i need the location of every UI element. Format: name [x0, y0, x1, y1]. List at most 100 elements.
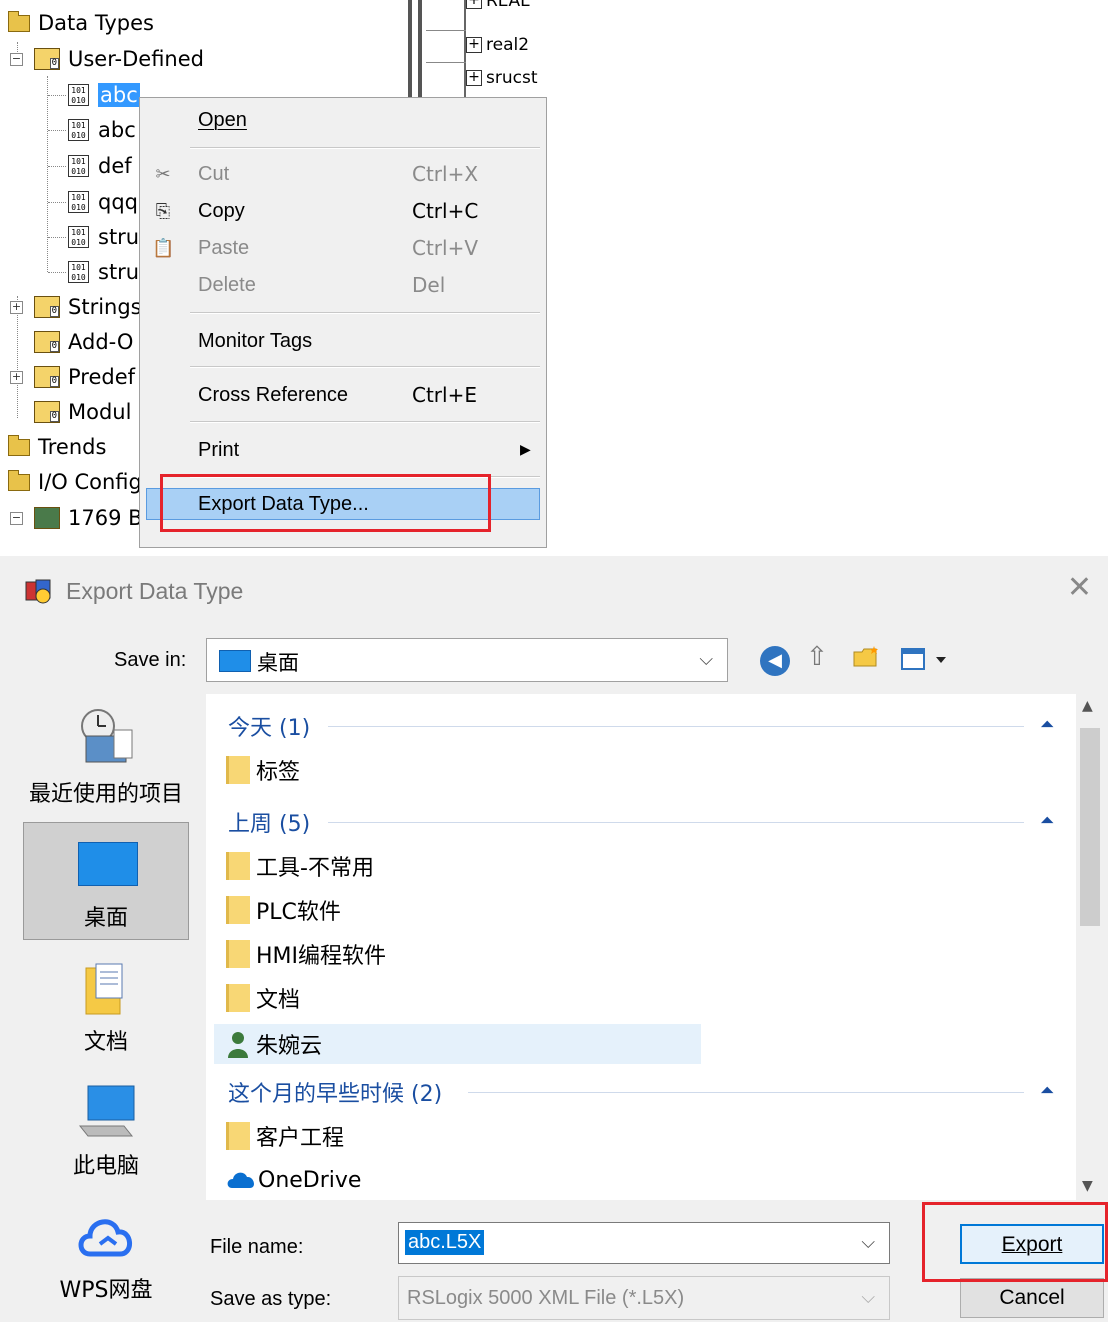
- tree-label: stru: [98, 260, 140, 284]
- computer-icon: [74, 1082, 140, 1142]
- file-name-input[interactable]: abc.L5X ⌵: [398, 1222, 890, 1264]
- scroll-up-icon[interactable]: ▲: [1082, 698, 1093, 714]
- divider: [328, 726, 1024, 727]
- folder-icon: [226, 852, 250, 880]
- folder-icon: [226, 1122, 250, 1150]
- group-header-earlier-this-month[interactable]: 这个月的早些时候 (2): [228, 1074, 442, 1110]
- tree-label: Modul: [68, 400, 132, 424]
- menu-item-monitor-tags[interactable]: Monitor Tags: [198, 325, 538, 357]
- collapse-icon[interactable]: −: [10, 512, 23, 525]
- list-item[interactable]: 朱婉云: [226, 1024, 322, 1064]
- tree-label: def: [98, 154, 132, 178]
- menu-separator: [190, 312, 540, 314]
- expand-icon[interactable]: +: [10, 371, 23, 384]
- list-item[interactable]: PLC软件: [226, 890, 341, 930]
- list-item[interactable]: HMI编程软件: [226, 934, 386, 974]
- up-folder-icon[interactable]: ⇧: [806, 642, 828, 672]
- grid-row[interactable]: + REAL: [466, 0, 530, 16]
- view-menu-icon[interactable]: [900, 646, 950, 672]
- tree-predefined[interactable]: 0 Predef: [34, 360, 135, 394]
- tree-data-types[interactable]: Data Types: [8, 6, 154, 40]
- tree-io-config[interactable]: I/O Config: [8, 465, 142, 499]
- close-icon[interactable]: ✕: [1067, 570, 1092, 605]
- tree-label: abc: [98, 118, 136, 142]
- tree-udt-item[interactable]: 101 010 stru: [68, 220, 139, 254]
- collapse-icon[interactable]: ⏶: [1040, 714, 1054, 735]
- save-in-dropdown[interactable]: 桌面 ⌵: [206, 638, 728, 682]
- list-item[interactable]: 标签: [226, 750, 300, 790]
- save-in-label: Save in:: [114, 649, 187, 671]
- expand-icon[interactable]: +: [466, 37, 482, 53]
- annotation-red-box: [160, 474, 491, 532]
- menu-separator: [190, 147, 540, 149]
- chevron-down-icon: ⌵: [861, 1287, 875, 1308]
- item-label: HMI编程软件: [256, 944, 387, 969]
- group-header-last-week[interactable]: 上周 (5): [228, 804, 310, 840]
- tree-line: [48, 130, 66, 131]
- new-folder-icon[interactable]: [852, 644, 882, 670]
- collapse-icon[interactable]: ⏶: [1040, 1080, 1054, 1101]
- grid-row[interactable]: + real2: [466, 30, 529, 60]
- group-header-today[interactable]: 今天 (1): [228, 708, 310, 744]
- list-item[interactable]: 工具-不常用: [226, 846, 374, 886]
- tree-user-defined[interactable]: 0 User-Defined: [34, 42, 204, 76]
- tree-trends[interactable]: Trends: [8, 430, 106, 464]
- row-header: [426, 0, 466, 100]
- tree-label: abc: [98, 83, 140, 107]
- tree-label: Strings: [68, 295, 142, 319]
- menu-item-open[interactable]: Open: [198, 104, 538, 136]
- tree-addon[interactable]: 0 Add-O: [34, 325, 133, 359]
- menu-item-cut[interactable]: Cut Ctrl+X: [198, 158, 538, 190]
- save-in-value: 桌面: [257, 651, 299, 675]
- splitter[interactable]: [408, 0, 412, 100]
- tree-udt-item[interactable]: 101 010 abc: [68, 78, 140, 112]
- tree-strings[interactable]: 0 Strings: [34, 290, 142, 324]
- item-label: 文档: [256, 988, 301, 1013]
- scroll-down-icon[interactable]: ▼: [1082, 1178, 1093, 1194]
- expand-icon[interactable]: +: [466, 70, 482, 86]
- cancel-button[interactable]: Cancel: [960, 1278, 1104, 1318]
- onedrive-icon: [226, 1170, 258, 1190]
- menu-item-copy[interactable]: Copy Ctrl+C: [198, 195, 538, 227]
- save-as-type-dropdown[interactable]: RSLogix 5000 XML File (*.L5X) ⌵: [398, 1276, 890, 1320]
- scrollbar-thumb[interactable]: [1080, 728, 1100, 926]
- list-item[interactable]: 文档: [226, 978, 300, 1018]
- tree-label: stru: [98, 225, 140, 249]
- group-title: 这个月的早些时候 (2): [228, 1082, 443, 1107]
- menu-separator: [190, 421, 540, 423]
- recent-items-icon: [74, 706, 136, 766]
- collapse-icon[interactable]: ⏶: [1040, 810, 1054, 831]
- back-icon[interactable]: ◀: [760, 646, 790, 676]
- chevron-down-icon[interactable]: ⌵: [861, 1232, 875, 1253]
- grid-cell: real2: [486, 35, 530, 55]
- item-label: 标签: [256, 760, 301, 785]
- tree-udt-item[interactable]: 101 010 abc: [68, 113, 136, 147]
- tree-udt-item[interactable]: 101 010 qqq: [68, 185, 138, 219]
- grid-cell: REAL: [486, 0, 530, 11]
- place-label: 此电脑: [72, 1154, 139, 1179]
- list-item[interactable]: 客户工程: [226, 1116, 344, 1156]
- folder-icon: [226, 896, 250, 924]
- expand-icon[interactable]: +: [466, 0, 482, 9]
- tree-module[interactable]: 0 Modul: [34, 395, 131, 429]
- list-item[interactable]: OneDrive: [226, 1160, 361, 1200]
- menu-item-delete[interactable]: Delete Del: [198, 269, 538, 301]
- annotation-red-box: [922, 1202, 1108, 1282]
- grid-row[interactable]: + srucst: [466, 63, 538, 93]
- menu-item-paste[interactable]: Paste Ctrl+V: [198, 232, 538, 264]
- tree-udt-item[interactable]: 101 010 def: [68, 149, 132, 183]
- button-label: Cancel: [999, 1286, 1065, 1309]
- menu-item-cross-reference[interactable]: Cross Reference Ctrl+E: [198, 379, 538, 411]
- expand-icon[interactable]: +: [10, 301, 23, 314]
- typefolder-icon: 0: [34, 366, 60, 388]
- divider: [468, 1092, 1024, 1093]
- collapse-icon[interactable]: −: [10, 53, 23, 66]
- vertical-scrollbar[interactable]: ▲ ▼: [1076, 694, 1104, 1200]
- folder-icon: [226, 940, 250, 968]
- tree-device[interactable]: 1769 B: [34, 501, 143, 535]
- file-name-label: File name:: [210, 1236, 304, 1258]
- menu-item-print[interactable]: Print ▶: [198, 434, 538, 466]
- menu-separator: [190, 366, 540, 368]
- menu-shortcut: Ctrl+X: [412, 162, 479, 186]
- tree-udt-item[interactable]: 101 010 stru: [68, 255, 139, 289]
